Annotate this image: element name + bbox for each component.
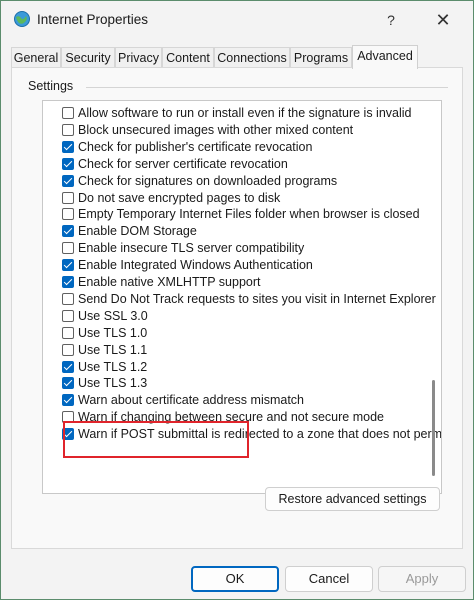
checkbox-unchecked[interactable] — [62, 292, 74, 305]
help-button[interactable]: ? — [369, 5, 413, 35]
tab-security[interactable]: Security — [61, 47, 115, 68]
checkbox-unchecked[interactable] — [62, 123, 74, 136]
internet-globe-icon — [14, 11, 30, 27]
checkbox-unchecked[interactable] — [62, 343, 74, 356]
checkbox-checked[interactable] — [62, 276, 74, 288]
tab-privacy[interactable]: Privacy — [115, 47, 162, 68]
setting-item-label: Check for signatures on downloaded progr… — [78, 173, 338, 188]
checkbox-checked[interactable] — [62, 259, 74, 272]
setting-item-label: Send Do Not Track requests to sites you … — [78, 291, 436, 306]
setting-item-label: Block unsecured images with other mixed … — [78, 122, 354, 137]
setting-item-label: Empty Temporary Internet Files folder wh… — [78, 207, 420, 222]
setting-item-label: Use TLS 1.0 — [78, 325, 148, 340]
restore-advanced-settings-button[interactable]: Restore advanced settings — [265, 487, 440, 511]
settings-group-label: Settings — [28, 79, 74, 93]
apply-button[interactable]: Apply — [378, 566, 466, 592]
checkbox-checked[interactable] — [62, 377, 74, 390]
tab-general[interactable]: General — [11, 47, 61, 68]
close-icon: ✕ — [435, 9, 451, 30]
close-button[interactable]: ✕ — [421, 5, 465, 35]
setting-item-label: Do not save encrypted pages to disk — [78, 190, 281, 205]
checkbox-checked[interactable] — [62, 394, 74, 407]
setting-item-label: Check for publisher's certificate revoca… — [78, 139, 313, 154]
ok-button[interactable]: OK — [191, 566, 279, 592]
checkbox-checked[interactable] — [62, 225, 74, 238]
setting-item-label: Enable insecure TLS server compatibility — [78, 241, 305, 256]
checkbox-checked[interactable] — [62, 157, 74, 170]
setting-item-label: Warn about certificate address mismatch — [78, 393, 305, 408]
setting-item-label: Enable DOM Storage — [78, 224, 197, 239]
checkbox-unchecked[interactable] — [62, 326, 74, 339]
tab-programs[interactable]: Programs — [290, 47, 352, 68]
settings-divider — [86, 87, 448, 88]
checkbox-unchecked[interactable] — [62, 242, 74, 255]
setting-item-label: Enable Integrated Windows Authentication — [78, 258, 313, 273]
setting-item-label: Use TLS 1.1 — [78, 342, 148, 357]
cancel-button[interactable]: Cancel — [285, 566, 373, 592]
setting-item-label: Allow software to run or install even if… — [78, 106, 412, 120]
help-icon: ? — [387, 12, 395, 28]
checkbox-unchecked[interactable] — [62, 309, 74, 322]
tab-connections[interactable]: Connections — [214, 47, 290, 68]
checkbox-unchecked[interactable] — [62, 191, 74, 204]
checkbox-checked[interactable] — [62, 140, 74, 153]
internet-properties-dialog: Internet Properties ? ✕ General Security… — [0, 0, 474, 600]
setting-item-label: Use SSL 3.0 — [78, 308, 148, 323]
advanced-tab-page: Settings Allow software to run or instal… — [11, 67, 463, 549]
tab-content[interactable]: Content — [162, 47, 214, 68]
checkbox-checked[interactable] — [62, 360, 74, 373]
title-bar: Internet Properties ? ✕ — [1, 1, 473, 39]
checkbox-checked[interactable] — [62, 174, 74, 187]
dialog-footer: OK Cancel Apply — [1, 557, 473, 599]
checkbox-unchecked[interactable] — [62, 208, 74, 221]
window-title: Internet Properties — [37, 12, 149, 27]
checkbox-unchecked[interactable] — [62, 107, 74, 119]
setting-item-label: Use TLS 1.3 — [78, 376, 148, 391]
setting-item-label: Check for server certificate revocation — [78, 156, 288, 171]
tls-highlight-box — [63, 421, 249, 458]
tab-advanced[interactable]: Advanced — [352, 45, 418, 69]
setting-item-label: Enable native XMLHTTP support — [78, 275, 261, 289]
vertical-scrollbar-thumb[interactable] — [432, 380, 435, 476]
setting-item-label: Use TLS 1.2 — [78, 359, 148, 374]
